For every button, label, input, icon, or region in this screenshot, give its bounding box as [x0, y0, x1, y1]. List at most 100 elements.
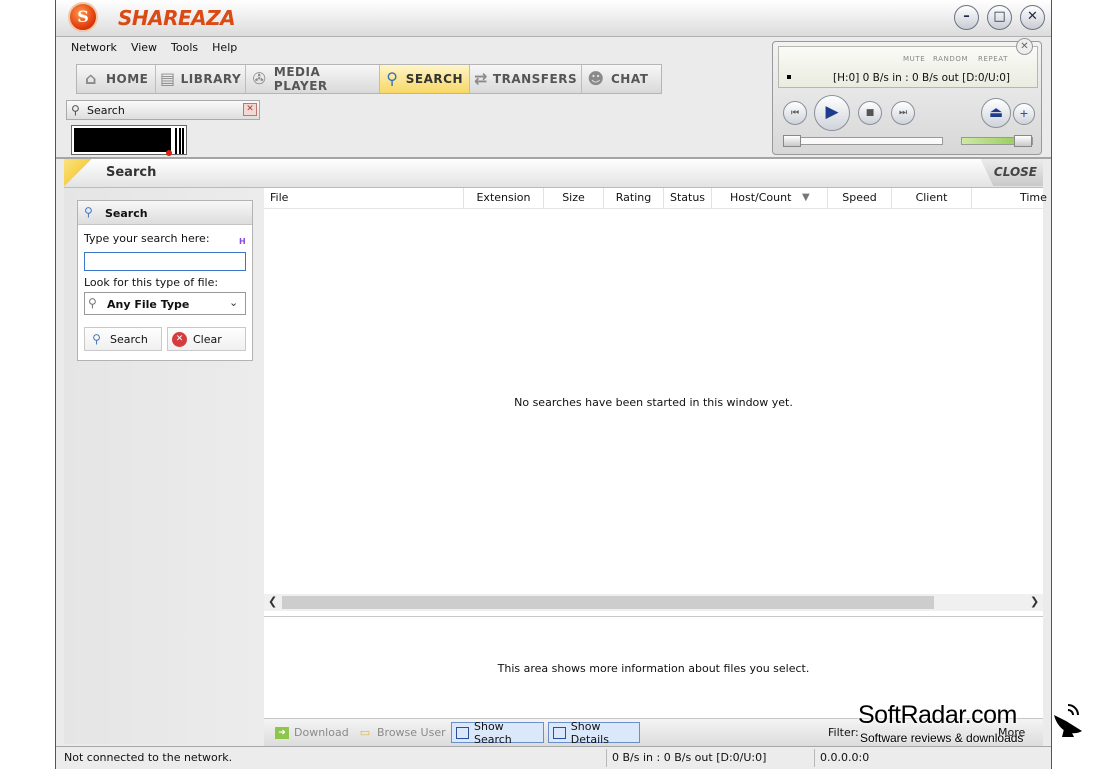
panel-accent: [64, 159, 104, 187]
volume-knob[interactable]: [1014, 135, 1032, 147]
folders-icon: ▤: [160, 69, 176, 88]
stop-button[interactable]: ■: [858, 101, 882, 125]
minimize-button[interactable]: –: [954, 5, 979, 30]
graph-bar: [179, 128, 181, 154]
magnifier-icon: ⚲: [386, 69, 399, 88]
next-button[interactable]: ⏭: [891, 101, 915, 125]
mute-toggle[interactable]: MUTE: [903, 55, 925, 63]
search-sidebar: ⚲ Search Type your search here: H Look f…: [64, 188, 264, 744]
transfer-rate-status: 0 B/s in : 0 B/s out [D:0/U:0]: [612, 751, 767, 764]
nav-media-player-button[interactable]: ✇ MEDIA PLAYER: [246, 65, 380, 93]
download-button[interactable]: ➜ Download: [271, 722, 353, 743]
horizontal-scrollbar[interactable]: ❮ ❯: [264, 594, 1043, 611]
chevron-left-icon[interactable]: ❮: [268, 595, 277, 608]
maximize-button[interactable]: □: [987, 5, 1012, 30]
folder-icon: ▭: [359, 725, 371, 739]
column-header-host-count-label: Host/Count: [730, 191, 792, 204]
column-header-speed[interactable]: Speed: [828, 188, 892, 208]
hash-icon[interactable]: H: [239, 237, 246, 246]
player-display: MUTE RANDOM REPEAT [H:0] 0 B/s in : 0 B/…: [778, 46, 1038, 88]
repeat-toggle[interactable]: REPEAT: [978, 55, 1008, 63]
download-arrow-icon: ➜: [275, 726, 289, 739]
clear-icon: ✕: [172, 331, 187, 347]
column-header-status[interactable]: Status: [664, 188, 712, 208]
clear-button[interactable]: ✕ Clear: [167, 327, 246, 351]
nav-media-player-label: MEDIA PLAYER: [273, 65, 328, 93]
show-search-toggle[interactable]: Show Search: [451, 719, 544, 746]
magnifier-icon: ⚲: [88, 296, 97, 310]
satellite-dish-icon: [1054, 704, 1082, 737]
column-header-client[interactable]: Client: [892, 188, 972, 208]
divider: [814, 749, 815, 767]
tab-close-icon[interactable]: ✕: [243, 103, 257, 116]
file-type-select[interactable]: ⚲ Any File Type ⌄: [84, 292, 246, 315]
film-reel-icon: ✇: [252, 69, 267, 88]
seek-knob[interactable]: [783, 135, 801, 147]
nav-transfers-label: TRANSFERS: [492, 72, 578, 86]
scrollbar-thumb[interactable]: [282, 596, 934, 609]
column-header-rating[interactable]: Rating: [604, 188, 664, 208]
menu-view[interactable]: View: [124, 38, 164, 57]
eject-button[interactable]: ⏏: [981, 98, 1011, 128]
column-header-size[interactable]: Size: [544, 188, 604, 208]
show-details-toggle[interactable]: Show Details: [548, 720, 640, 746]
chevron-right-icon[interactable]: ❯: [1030, 595, 1039, 608]
player-state-icon: [787, 75, 791, 79]
play-button[interactable]: ▶: [814, 95, 850, 131]
search-button[interactable]: ⚲ Search: [84, 327, 162, 351]
empty-results-message: No searches have been started in this wi…: [514, 396, 793, 409]
search-input[interactable]: [84, 252, 246, 271]
nav-home-label: HOME: [106, 72, 149, 86]
watermark-subtitle: Software reviews & downloads: [860, 731, 1024, 745]
player-close-icon[interactable]: ✕: [1016, 38, 1033, 55]
bandwidth-graph: [71, 125, 187, 156]
random-toggle[interactable]: RANDOM: [933, 55, 968, 63]
clear-button-label: Clear: [193, 332, 222, 346]
page-title: Search: [106, 165, 157, 180]
add-to-playlist-button[interactable]: +: [1013, 103, 1035, 125]
results-list: File Extension Size Rating Status Host/C…: [264, 188, 1047, 616]
magnifier-icon: ⚲: [71, 103, 80, 117]
show-search-label: Show Search: [473, 719, 512, 746]
seek-slider[interactable]: [783, 135, 943, 147]
title-bar: S SHAREAZA – □ ✕: [56, 0, 1051, 37]
menu-network[interactable]: Network: [64, 38, 124, 57]
panel-header: Search CLOSE: [64, 159, 1043, 188]
search-prompt-label: Type your search here:: [84, 232, 210, 245]
nav-search-button[interactable]: ⚲ SEARCH: [380, 65, 470, 93]
app-title: SHAREAZA: [118, 6, 236, 30]
nav-home-button[interactable]: ⌂ HOME: [77, 65, 156, 93]
previous-button[interactable]: ⏮: [783, 101, 807, 125]
graph-indicator-icon: [166, 150, 172, 156]
results-column-headers: File Extension Size Rating Status Host/C…: [264, 188, 1047, 209]
column-header-file[interactable]: File: [264, 188, 464, 208]
menu-bar: Network View Tools Help: [64, 38, 244, 60]
browse-user-button[interactable]: ▭ Browse User: [354, 722, 450, 743]
graph-area: [74, 128, 171, 152]
column-header-extension[interactable]: Extension: [464, 188, 544, 208]
close-panel-button[interactable]: CLOSE: [980, 159, 1043, 186]
details-placeholder-text: This area shows more information about f…: [497, 662, 810, 675]
volume-slider[interactable]: [961, 135, 1033, 147]
menu-tools[interactable]: Tools: [164, 38, 205, 57]
nav-transfers-button[interactable]: ⇄ TRANSFERS: [470, 65, 582, 93]
search-box-title: Search: [105, 207, 148, 220]
nav-library-button[interactable]: ▤ LIBRARY: [156, 65, 246, 93]
nav-chat-button[interactable]: ☻ CHAT: [582, 65, 661, 93]
filter-label: Filter:: [828, 726, 859, 739]
nav-library-label: LIBRARY: [180, 72, 242, 86]
watermark-title: SoftRadar.com: [858, 701, 1017, 729]
tab-search[interactable]: ⚲ Search ✕: [66, 100, 260, 120]
ip-address-status: 0.0.0.0:0: [820, 751, 870, 764]
column-header-host-count[interactable]: Host/Count ▼: [712, 188, 828, 208]
watermark: SoftRadar.com Software reviews & downloa…: [858, 701, 1094, 751]
transfer-arrows-icon: ⇄: [474, 69, 488, 88]
main-nav-toolbar: ⌂ HOME ▤ LIBRARY ✇ MEDIA PLAYER ⚲ SEARCH ⇄ TR…: [76, 64, 662, 94]
column-header-time[interactable]: Time: [972, 188, 1047, 208]
close-window-button[interactable]: ✕: [1020, 5, 1045, 30]
divider: [606, 749, 607, 767]
sort-down-icon: ▼: [802, 192, 810, 203]
menu-help[interactable]: Help: [205, 38, 244, 57]
file-type-value: Any File Type: [107, 298, 190, 311]
chevron-down-icon: ⌄: [229, 296, 239, 309]
